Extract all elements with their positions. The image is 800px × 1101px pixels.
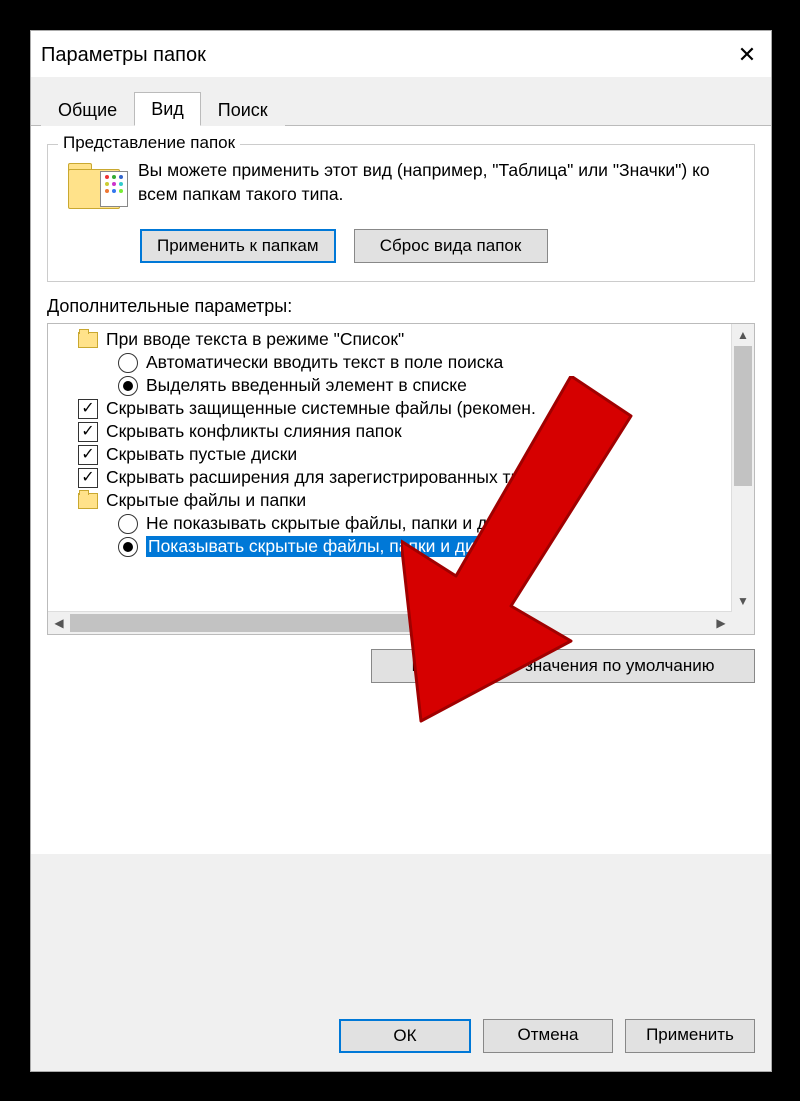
checkbox[interactable]: ✓ <box>78 422 98 442</box>
checkbox[interactable]: ✓ <box>78 468 98 488</box>
tab-search[interactable]: Поиск <box>201 93 285 126</box>
tree-item[interactable]: Не показывать скрытые файлы, папки и дис… <box>48 512 732 535</box>
checkbox[interactable]: ✓ <box>78 445 98 465</box>
radio[interactable] <box>118 537 138 557</box>
tree-item-label: Скрывать защищенные системные файлы (рек… <box>106 398 536 419</box>
folder-options-dialog: Параметры папок ✕ Общие Вид Поиск Предст… <box>30 30 772 1072</box>
checkbox[interactable]: ✓ <box>78 399 98 419</box>
scroll-up-icon[interactable]: ▲ <box>732 324 754 346</box>
folder-icon <box>78 493 98 509</box>
tree-item-label: Показывать скрытые файлы, папки и диски <box>146 536 503 557</box>
scroll-down-icon[interactable]: ▼ <box>732 590 754 612</box>
ok-button[interactable]: ОК <box>339 1019 471 1053</box>
radio[interactable] <box>118 514 138 534</box>
scroll-thumb-vertical[interactable] <box>734 346 752 486</box>
tree-item-label: Выделять введенный элемент в списке <box>146 375 467 396</box>
horizontal-scrollbar[interactable]: ◀ ▶ <box>48 611 732 634</box>
folder-icon <box>68 163 124 213</box>
tree-item-label: При вводе текста в режиме "Список" <box>106 329 404 350</box>
titlebar: Параметры папок ✕ <box>31 31 771 77</box>
tree-item[interactable]: ✓ Скрывать конфликты слияния папок <box>48 420 732 443</box>
radio[interactable] <box>118 376 138 396</box>
advanced-settings-label: Дополнительные параметры: <box>47 296 755 317</box>
tree-item[interactable]: ✓ Скрывать расширения для зарегистрирован… <box>48 466 732 489</box>
tab-strip: Общие Вид Поиск <box>31 77 771 126</box>
dialog-button-row: ОК Отмена Применить <box>339 1019 755 1053</box>
scroll-thumb-horizontal[interactable] <box>70 614 490 632</box>
tree-item-label: Скрытые файлы и папки <box>106 490 306 511</box>
restore-defaults-button[interactable]: Восстановить значения по умолчанию <box>371 649 755 683</box>
tree-item-label: Скрывать расширения для зарегистрированн… <box>106 467 540 488</box>
tab-content: Представление папок Вы можете применить … <box>31 126 771 854</box>
tab-view[interactable]: Вид <box>134 92 201 126</box>
folder-icon <box>78 332 98 348</box>
tab-general[interactable]: Общие <box>41 93 134 126</box>
tree-item[interactable]: Скрытые файлы и папки <box>48 489 732 512</box>
window-title: Параметры папок <box>41 44 206 67</box>
apply-button[interactable]: Применить <box>625 1019 755 1053</box>
close-button[interactable]: ✕ <box>727 40 767 70</box>
tree-item[interactable]: Выделять введенный элемент в списке <box>48 374 732 397</box>
tree-item-label: Автоматически вводить текст в поле поиск… <box>146 352 503 373</box>
tree-item[interactable]: Показывать скрытые файлы, папки и диски <box>48 535 732 558</box>
tree-item-label: Скрывать пустые диски <box>106 444 297 465</box>
scroll-corner <box>732 612 754 634</box>
scroll-left-icon[interactable]: ◀ <box>48 612 70 634</box>
apply-to-folders-button[interactable]: Применить к папкам <box>140 229 336 263</box>
tree-item-label: Не показывать скрытые файлы, папки и дис… <box>146 513 523 534</box>
close-icon: ✕ <box>738 42 756 68</box>
tree-item[interactable]: ✓ Скрывать защищенные системные файлы (ре… <box>48 397 732 420</box>
tree-item-label: Скрывать конфликты слияния папок <box>106 421 402 442</box>
reset-folders-button[interactable]: Сброс вида папок <box>354 229 548 263</box>
tree-item[interactable]: ✓ Скрывать пустые диски <box>48 443 732 466</box>
tree-item[interactable]: Автоматически вводить текст в поле поиск… <box>48 351 732 374</box>
radio[interactable] <box>118 353 138 373</box>
folder-views-legend: Представление папок <box>58 133 240 153</box>
scroll-right-icon[interactable]: ▶ <box>710 612 732 634</box>
cancel-button[interactable]: Отмена <box>483 1019 613 1053</box>
vertical-scrollbar[interactable]: ▲ ▼ <box>731 324 754 612</box>
folder-views-groupbox: Представление папок Вы можете применить … <box>47 144 755 282</box>
folder-views-description: Вы можете применить этот вид (например, … <box>138 159 740 206</box>
tree-item[interactable]: При вводе текста в режиме "Список" <box>48 328 732 351</box>
advanced-settings-tree[interactable]: При вводе текста в режиме "Список"Автома… <box>47 323 755 635</box>
